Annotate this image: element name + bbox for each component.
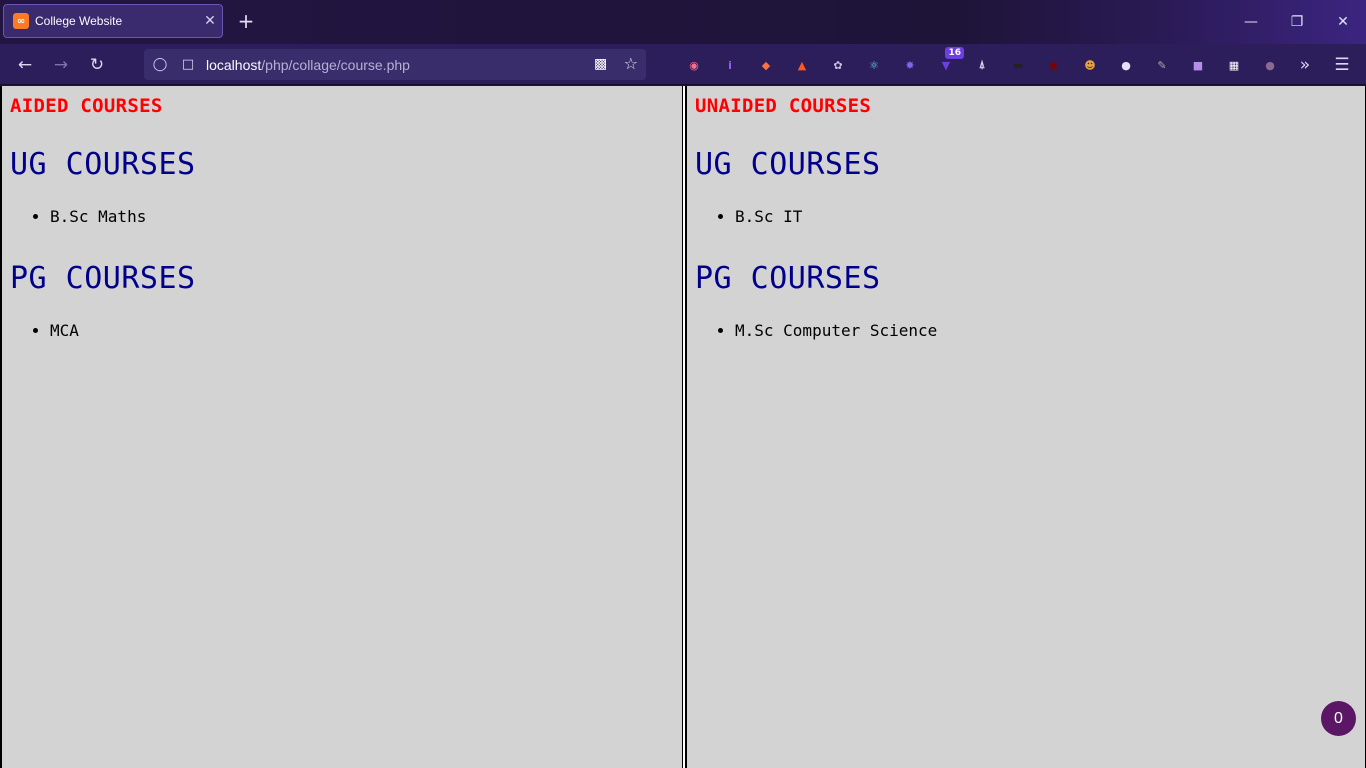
aided-courses-panel: AIDED COURSES UG COURSES B.Sc Maths PG C…: [0, 86, 683, 768]
tab-title: College Website: [35, 14, 123, 28]
pocket-icon[interactable]: ◉: [684, 55, 704, 75]
more-extensions-icon[interactable]: »: [1292, 52, 1318, 78]
xampp-icon: ∞: [13, 13, 29, 29]
aided-pg-heading: PG COURSES: [10, 261, 196, 296]
react-devtools-icon[interactable]: ⚛: [864, 55, 884, 75]
navigation-toolbar: ← → ↻ ◯ □ localhost/php/collage/course.p…: [0, 44, 1366, 85]
close-window-button[interactable]: ✕: [1320, 0, 1366, 44]
grid-icon[interactable]: ▦: [1224, 55, 1244, 75]
reload-button[interactable]: ↻: [84, 52, 110, 78]
unaided-ug-heading: UG COURSES: [695, 147, 881, 182]
address-bar[interactable]: ◯ □ localhost/php/collage/course.php ▩ ☆: [144, 49, 646, 80]
privacy-badger-icon[interactable]: ●: [1116, 55, 1136, 75]
page-viewport: AIDED COURSES UG COURSES B.Sc Maths PG C…: [0, 86, 1366, 768]
tab-bar: ∞ College Website ✕ + — ❐ ✕: [0, 0, 1366, 44]
new-tab-button[interactable]: +: [234, 9, 258, 33]
box-icon[interactable]: ■: [1188, 55, 1208, 75]
dots-icon[interactable]: ●: [1260, 55, 1280, 75]
forward-button[interactable]: →: [48, 52, 74, 78]
extension-badge: 16: [945, 47, 964, 59]
bookmark-star-icon[interactable]: ☆: [624, 55, 638, 73]
list-item: B.Sc IT: [735, 207, 1365, 227]
unaided-pg-heading: PG COURSES: [695, 261, 881, 296]
url-text[interactable]: localhost/php/collage/course.php: [206, 57, 410, 73]
close-tab-icon[interactable]: ✕: [198, 13, 222, 29]
aided-ug-list: B.Sc Maths: [50, 207, 682, 227]
url-host: localhost: [206, 56, 262, 73]
ublock-icon[interactable]: ◉: [1044, 55, 1064, 75]
unaided-courses-heading: UNAIDED COURSES: [695, 95, 872, 117]
notification-bubble[interactable]: 0: [1321, 701, 1356, 736]
unaided-pg-list: M.Sc Computer Science: [735, 321, 1365, 341]
tracking-protection-icon[interactable]: ◯: [152, 57, 168, 72]
list-item: B.Sc Maths: [50, 207, 682, 227]
vue-devtools-icon[interactable]: ▼ 16: [936, 47, 964, 75]
qr-code-icon[interactable]: ▩: [594, 56, 610, 72]
page-info-icon[interactable]: □: [180, 57, 196, 72]
cookie-icon[interactable]: ✿: [828, 55, 848, 75]
aided-courses-heading: AIDED COURSES: [10, 95, 163, 117]
unaided-courses-panel: UNAIDED COURSES UG COURSES B.Sc IT PG CO…: [685, 86, 1366, 768]
url-path: /php/collage/course.php: [261, 56, 410, 73]
color-picker-icon[interactable]: ✎: [1152, 55, 1172, 75]
menu-icon[interactable]: ☰: [1329, 52, 1355, 78]
restore-button[interactable]: ❐: [1274, 0, 1320, 44]
translate-icon[interactable]: ▲: [792, 55, 812, 75]
firefox-relay-icon[interactable]: ◆: [756, 55, 776, 75]
list-item: M.Sc Computer Science: [735, 321, 1365, 341]
back-button[interactable]: ←: [12, 52, 38, 78]
minimize-button[interactable]: —: [1228, 0, 1274, 44]
list-item: MCA: [50, 321, 682, 341]
redux-icon[interactable]: ✸: [900, 55, 920, 75]
tampermonkey-icon[interactable]: ☻: [1080, 55, 1100, 75]
info-icon[interactable]: i: [720, 55, 740, 75]
aided-pg-list: MCA: [50, 321, 682, 341]
git-icon[interactable]: ⍋: [972, 55, 992, 75]
aided-ug-heading: UG COURSES: [10, 147, 196, 182]
hat-icon[interactable]: ▬: [1008, 55, 1028, 75]
tab-college-website[interactable]: ∞ College Website ✕: [3, 4, 223, 38]
unaided-ug-list: B.Sc IT: [735, 207, 1365, 227]
